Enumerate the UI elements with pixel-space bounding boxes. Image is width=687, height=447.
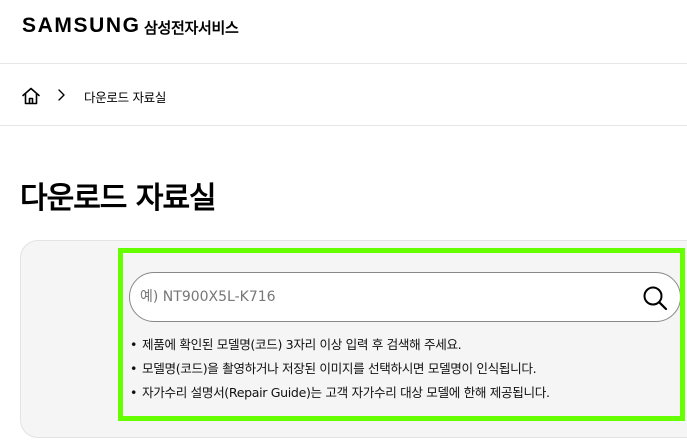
chevron-right-icon <box>58 89 65 101</box>
home-icon[interactable] <box>21 86 41 106</box>
note-item: 모델명(코드)을 촬영하거나 저장된 이미지를 선택하시면 모델명이 인식됩니다… <box>130 357 550 381</box>
page-title: 다운로드 자료실 <box>20 181 217 216</box>
search-field[interactable] <box>129 272 681 322</box>
note-item: 제품에 확인된 모델명(코드) 3자리 이상 입력 후 검색해 주세요. <box>130 333 550 357</box>
note-item: 자가수리 설명서(Repair Guide)는 고객 자가수리 대상 모델에 한… <box>130 381 550 405</box>
search-icon[interactable] <box>642 285 668 311</box>
breadcrumb-current[interactable]: 다운로드 자료실 <box>84 87 166 106</box>
search-input[interactable] <box>140 275 630 319</box>
site-header: SAMSUNG 삼성전자서비스 <box>0 0 687 64</box>
samsung-logo[interactable]: SAMSUNG <box>22 14 141 38</box>
search-notes: 제품에 확인된 모델명(코드) 3자리 이상 입력 후 검색해 주세요. 모델명… <box>130 333 550 405</box>
service-name[interactable]: 삼성전자서비스 <box>144 17 239 38</box>
breadcrumb: 다운로드 자료실 <box>0 65 687 126</box>
